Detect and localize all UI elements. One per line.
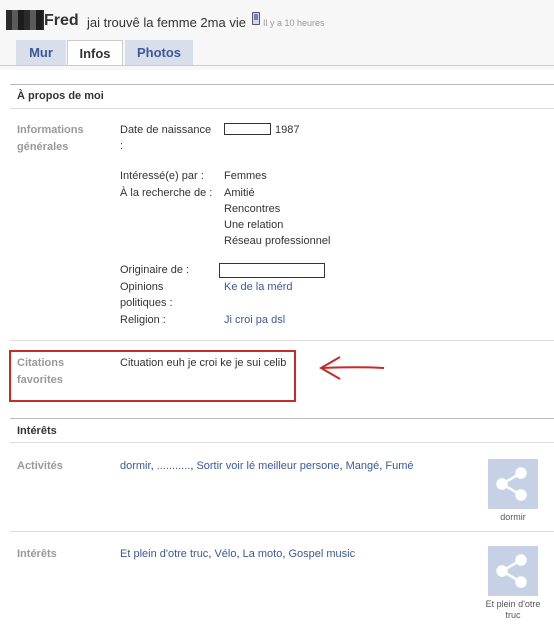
activity-thumb-caption[interactable]: dormir xyxy=(483,512,543,523)
interest-link[interactable]: Gospel music xyxy=(288,548,355,560)
religion-label: Religion : xyxy=(120,314,166,326)
birth-label: Date de naissance : xyxy=(120,124,212,152)
activity-link[interactable]: Fumé xyxy=(385,460,413,472)
mobile-phone-icon xyxy=(252,12,260,25)
about-title: À propos de moi xyxy=(17,90,104,102)
activity-link[interactable]: Mangé xyxy=(346,460,380,472)
religion-link[interactable]: Ji croi pa dsl xyxy=(224,312,285,328)
activities-label: Activités xyxy=(17,460,63,472)
profile-name[interactable]: Fred xyxy=(44,12,79,30)
redacted-hometown xyxy=(219,263,325,278)
tab-infos[interactable]: Infos xyxy=(67,40,123,66)
divider xyxy=(10,531,554,532)
interest-link[interactable]: La moto xyxy=(243,548,283,560)
tab-mur[interactable]: Mur xyxy=(16,40,66,65)
interest-thumb-caption[interactable]: Et plein d'otre truc xyxy=(483,599,543,621)
activities-list: dormir, ..........., Sortir voir lé meil… xyxy=(120,460,414,472)
status-text: jai trouvê la femme 2ma vie xyxy=(87,15,246,30)
hometown-label: Originaire de : xyxy=(120,264,190,276)
interest-link[interactable]: Et plein d'otre truc xyxy=(120,548,208,560)
interested-label: Intéressé(e) par : xyxy=(120,170,204,182)
divider xyxy=(10,442,554,443)
divider xyxy=(10,84,554,85)
activity-link[interactable]: dormir xyxy=(120,460,151,472)
looking-value: Réseau professionnel xyxy=(224,235,331,247)
activity-link[interactable]: ........... xyxy=(157,460,191,472)
interest-link[interactable]: Vélo xyxy=(214,548,236,560)
political-link[interactable]: Ke de la mérd xyxy=(224,279,292,295)
interests-title: Intérêts xyxy=(17,425,57,437)
red-highlight-box xyxy=(9,350,296,402)
profile-header: Fred jai trouvê la femme 2ma vie Il y a … xyxy=(0,0,554,70)
interests-label: Intérêts xyxy=(17,548,57,560)
arrow-left-icon xyxy=(319,356,385,380)
status-time[interactable]: Il y a 10 heures xyxy=(263,18,325,28)
interested-value: Femmes xyxy=(224,170,267,182)
censored-surname xyxy=(6,10,44,30)
birth-year: 1987 xyxy=(275,124,300,136)
looking-value: Amitié xyxy=(224,187,255,199)
looking-value: Rencontres xyxy=(224,203,281,215)
interests-list: Et plein d'otre truc, Vélo, La moto, Gos… xyxy=(120,548,356,560)
looking-label: À la recherche de : xyxy=(120,187,213,199)
divider xyxy=(10,108,554,109)
general-info-label: Informations générales xyxy=(17,124,84,153)
divider xyxy=(10,418,554,419)
activity-link[interactable]: Sortir voir lé meilleur persone xyxy=(196,460,339,472)
share-network-icon[interactable] xyxy=(488,459,538,509)
divider xyxy=(10,340,554,341)
looking-value: Une relation xyxy=(224,219,284,231)
redacted-birthdate xyxy=(224,123,271,135)
political-label: Opinions politiques : xyxy=(120,281,173,309)
tab-photos[interactable]: Photos xyxy=(125,40,193,65)
tab-divider xyxy=(0,65,554,66)
share-network-icon[interactable] xyxy=(488,546,538,596)
